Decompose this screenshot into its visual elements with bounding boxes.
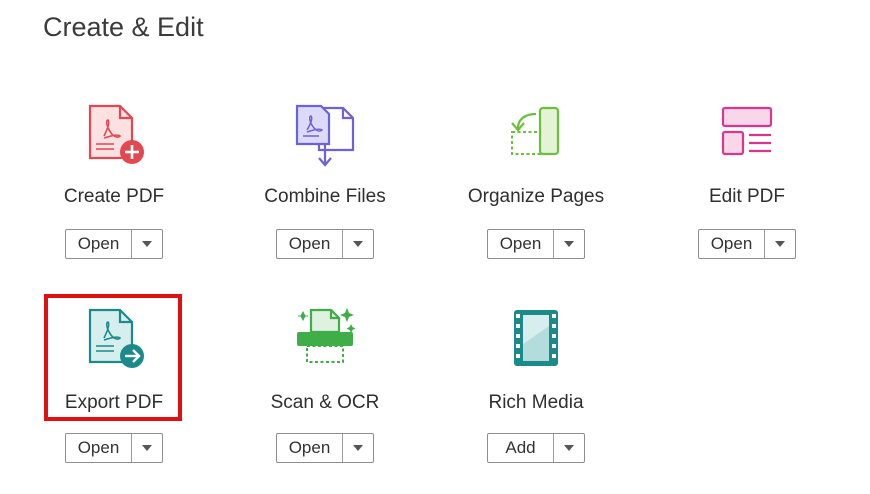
chevron-down-icon <box>564 241 574 247</box>
open-split-button[interactable]: Open <box>698 229 796 259</box>
combine-files-icon <box>295 104 355 167</box>
open-button[interactable]: Open <box>488 230 554 258</box>
tool-edit-pdf[interactable]: Edit PDF Open <box>647 90 847 290</box>
tool-rich-media[interactable]: Rich Media Add <box>436 294 636 494</box>
open-button[interactable]: Open <box>277 230 343 258</box>
chevron-down-icon <box>775 241 785 247</box>
tool-organize-pages[interactable]: Organize Pages Open <box>436 90 636 290</box>
tool-label: Organize Pages <box>467 186 605 207</box>
dropdown-arrow[interactable] <box>343 434 373 462</box>
open-split-button[interactable]: Open <box>276 433 374 463</box>
tool-label: Rich Media <box>488 392 584 413</box>
tool-label: Combine Files <box>264 186 386 207</box>
open-button[interactable]: Open <box>699 230 765 258</box>
chevron-down-icon <box>142 241 152 247</box>
tool-label: Edit PDF <box>708 186 786 207</box>
tool-combine-files[interactable]: Combine Files Open <box>225 90 425 290</box>
section-title: Create & Edit <box>43 12 204 42</box>
open-split-button[interactable]: Open <box>65 229 163 259</box>
dropdown-arrow[interactable] <box>554 434 584 462</box>
chevron-down-icon <box>353 445 363 451</box>
dropdown-arrow[interactable] <box>132 434 162 462</box>
open-button[interactable]: Open <box>66 230 132 258</box>
chevron-down-icon <box>564 445 574 451</box>
open-split-button[interactable]: Open <box>65 433 163 463</box>
rich-media-icon <box>514 310 558 366</box>
dropdown-arrow[interactable] <box>132 230 162 258</box>
add-button[interactable]: Add <box>488 434 554 462</box>
add-split-button[interactable]: Add <box>487 433 585 463</box>
selection-highlight <box>44 294 182 421</box>
open-button[interactable]: Open <box>277 434 343 462</box>
create-pdf-icon <box>88 104 144 164</box>
edit-pdf-icon <box>721 106 773 156</box>
chevron-down-icon <box>142 445 152 451</box>
tool-label: Scan & OCR <box>270 392 380 413</box>
open-split-button[interactable]: Open <box>276 229 374 259</box>
tool-scan-ocr[interactable]: Scan & OCR Open <box>225 294 425 494</box>
tool-label: Create PDF <box>63 186 165 207</box>
organize-pages-icon <box>511 106 560 156</box>
chevron-down-icon <box>353 241 363 247</box>
open-split-button[interactable]: Open <box>487 229 585 259</box>
open-button[interactable]: Open <box>66 434 132 462</box>
tool-create-pdf[interactable]: Create PDF Open <box>14 90 214 290</box>
dropdown-arrow[interactable] <box>343 230 373 258</box>
scan-ocr-icon <box>297 308 356 363</box>
dropdown-arrow[interactable] <box>765 230 795 258</box>
dropdown-arrow[interactable] <box>554 230 584 258</box>
